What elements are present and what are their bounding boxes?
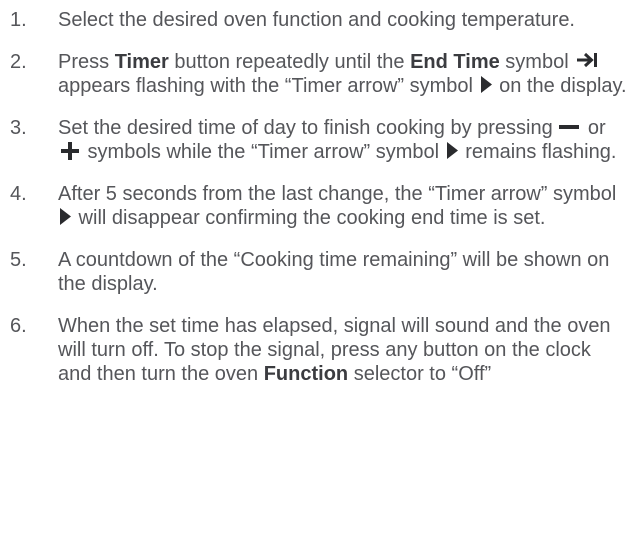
step-number: 1.	[10, 9, 27, 31]
step-text-part: Press	[58, 51, 115, 73]
end-time-arrow-icon	[576, 52, 598, 68]
timer-button-label: Timer	[114, 51, 169, 73]
step-text-part: will disappear confirming the cooking en…	[73, 207, 546, 229]
plus-icon	[61, 141, 79, 160]
step-1: 1. Select the desired oven function and …	[0, 8, 628, 32]
step-text-part: button repeatedly until the	[168, 51, 411, 73]
step-number: 5.	[10, 249, 27, 271]
step-text: Set the desired time of day to finish co…	[58, 117, 616, 163]
end-time-label: End Time	[410, 51, 500, 73]
timer-arrow-triangle-icon	[480, 76, 492, 94]
step-6: 6. When the set time has elapsed, signal…	[0, 314, 628, 386]
step-text-part: on the display.	[493, 75, 627, 97]
function-selector-label: Function	[263, 363, 349, 385]
step-text: A countdown of the “Cooking time remaini…	[58, 249, 609, 295]
step-text: Press Timer button repeatedly until the …	[58, 51, 627, 97]
step-number: 2.	[10, 51, 27, 73]
step-text-part: symbols while the “Timer arrow” symbol	[82, 141, 445, 163]
timer-arrow-triangle-icon	[60, 208, 71, 226]
timer-arrow-triangle-icon	[446, 142, 458, 160]
step-number: 3.	[10, 117, 27, 139]
step-5: 5. A countdown of the “Cooking time rema…	[0, 248, 628, 296]
step-text-part: remains flashing.	[459, 141, 617, 163]
step-text: After 5 seconds from the last change, th…	[58, 183, 616, 229]
step-text-part: After 5 seconds from the last change, th…	[58, 183, 617, 205]
step-text-part: selector to “Off”	[348, 363, 492, 385]
step-text: Select the desired oven function and coo…	[58, 9, 575, 31]
minus-icon	[559, 124, 580, 130]
instruction-steps-list: 1. Select the desired oven function and …	[0, 8, 628, 404]
step-text-part: appears flashing with the “Timer arrow” …	[58, 75, 479, 97]
step-text-part: symbol	[499, 51, 575, 73]
step-2: 2. Press Timer button repeatedly until t…	[0, 50, 628, 98]
step-number: 4.	[10, 183, 27, 205]
step-text-part: Select the desired oven function and coo…	[58, 9, 575, 31]
step-text-part: Set the desired time of day to finish co…	[58, 117, 559, 139]
step-4: 4. After 5 seconds from the last change,…	[0, 182, 628, 230]
step-text-part: or	[582, 117, 606, 139]
step-number: 6.	[10, 315, 27, 337]
step-3: 3. Set the desired time of day to finish…	[0, 116, 628, 164]
step-text-part: A countdown of the “Cooking time remaini…	[58, 249, 610, 295]
step-text: When the set time has elapsed, signal wi…	[58, 315, 611, 385]
